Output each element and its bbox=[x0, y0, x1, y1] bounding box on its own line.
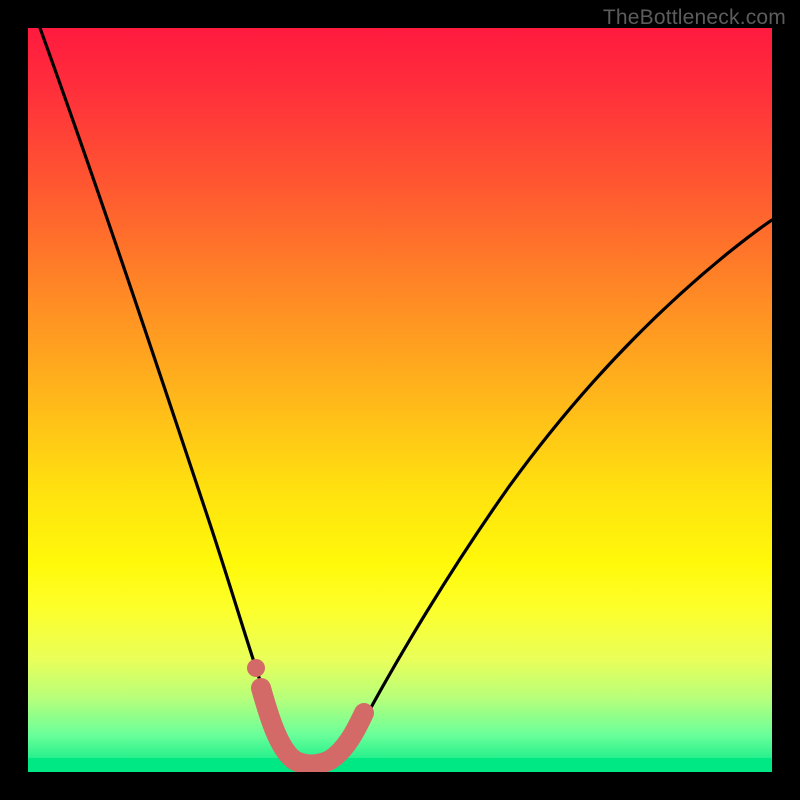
gradient-plot-area bbox=[28, 28, 772, 772]
green-baseline-strip bbox=[28, 758, 772, 772]
watermark-text: TheBottleneck.com bbox=[603, 6, 786, 30]
